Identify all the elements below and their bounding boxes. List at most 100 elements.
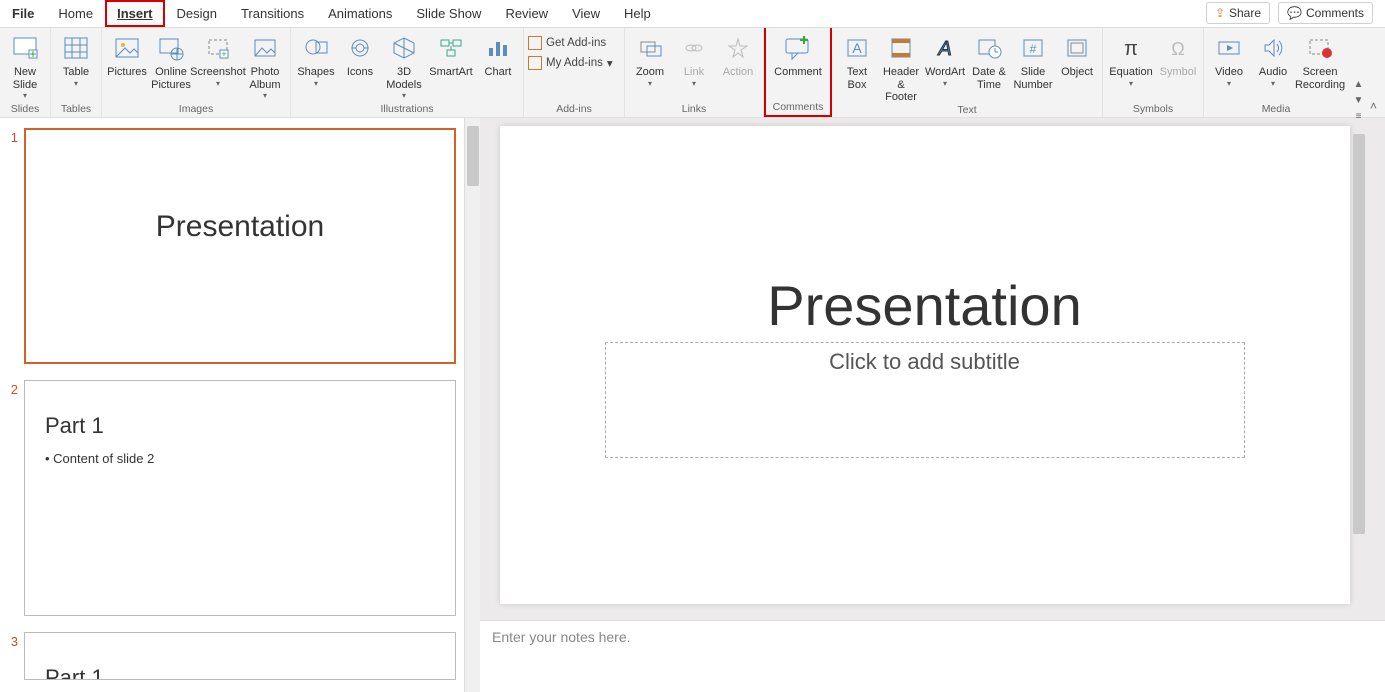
symbol-button[interactable]: Ω Symbol <box>1157 30 1199 79</box>
photo-album-label: PhotoAlbum <box>249 66 280 91</box>
online-pictures-icon <box>155 32 187 64</box>
video-label: Video <box>1215 66 1243 79</box>
dropdown-caret-icon: ▾ <box>1227 79 1231 88</box>
fit-icon[interactable]: ≡ <box>1351 108 1367 124</box>
video-button[interactable]: Video ▾ <box>1208 30 1250 88</box>
subtitle-placeholder-text: Click to add subtitle <box>829 349 1020 375</box>
prev-slide-icon[interactable]: ▲ <box>1351 76 1367 92</box>
scrollbar-thumb[interactable] <box>1353 134 1365 534</box>
group-label-symbols: Symbols <box>1107 103 1199 117</box>
tab-file[interactable]: File <box>0 0 46 27</box>
group-label-illustrations: Illustrations <box>295 103 519 117</box>
zoom-label: Zoom <box>636 66 664 79</box>
action-button[interactable]: Action <box>717 30 759 79</box>
slide-canvas[interactable]: Presentation Click to add subtitle <box>500 126 1350 604</box>
3d-models-icon <box>388 32 420 64</box>
shapes-icon <box>300 32 332 64</box>
dropdown-caret-icon: ▾ <box>692 79 696 88</box>
photo-album-button[interactable]: PhotoAlbum ▾ <box>244 30 286 100</box>
notes-pane[interactable]: Enter your notes here. <box>480 620 1385 692</box>
screen-recording-label: ScreenRecording <box>1295 66 1345 91</box>
slide-title[interactable]: Presentation <box>767 273 1081 338</box>
audio-label: Audio <box>1259 66 1287 79</box>
new-slide-icon <box>9 32 41 64</box>
collapse-ribbon-icon[interactable]: ˄ <box>1370 99 1377 113</box>
shapes-label: Shapes <box>297 66 334 79</box>
screenshot-button[interactable]: + Screenshot ▾ <box>194 30 242 88</box>
tab-bar: File Home Insert Design Transitions Anim… <box>0 0 1385 28</box>
online-pictures-button[interactable]: OnlinePictures <box>150 30 192 91</box>
zoom-button[interactable]: Zoom ▾ <box>629 30 671 88</box>
tab-transitions[interactable]: Transitions <box>229 0 316 27</box>
date-time-button[interactable]: Date &Time <box>968 30 1010 91</box>
comments-button[interactable]: 💬 Comments <box>1278 2 1373 24</box>
link-button[interactable]: Link ▾ <box>673 30 715 88</box>
audio-icon <box>1257 32 1289 64</box>
my-addins-button[interactable]: My Add-ins ▾ <box>528 56 620 70</box>
tab-insert[interactable]: Insert <box>105 0 164 27</box>
icons-button[interactable]: Icons <box>339 30 381 79</box>
svg-text:+: + <box>221 49 226 59</box>
3d-models-button[interactable]: 3DModels ▾ <box>383 30 425 100</box>
comment-button[interactable]: Comment <box>770 30 826 79</box>
group-media: Video ▾ Audio ▾ ScreenRecording Media <box>1204 28 1348 117</box>
link-icon <box>678 32 710 64</box>
tab-view[interactable]: View <box>560 0 612 27</box>
object-button[interactable]: Object <box>1056 30 1098 79</box>
svg-text:π: π <box>1124 38 1138 60</box>
wordart-button[interactable]: A WordArt ▾ <box>924 30 966 88</box>
audio-button[interactable]: Audio ▾ <box>1252 30 1294 88</box>
get-addins-label: Get Add-ins <box>546 37 606 49</box>
dropdown-caret-icon: ▾ <box>943 79 947 88</box>
thumbnail-title: Part 1 <box>45 413 435 439</box>
slide-number-icon: # <box>1017 32 1049 64</box>
thumbnail-number: 1 <box>0 128 18 364</box>
smartart-button[interactable]: SmartArt <box>427 30 475 79</box>
pictures-icon <box>111 32 143 64</box>
thumbnail-slide-2[interactable]: Part 1 • Content of slide 2 <box>24 380 456 616</box>
comment-icon: 💬 <box>1287 6 1302 20</box>
object-icon <box>1061 32 1093 64</box>
thumbnail-scrollbar[interactable] <box>464 118 480 692</box>
icons-icon <box>344 32 376 64</box>
thumbnail-pane: 1 Presentation 2 Part 1 • Content of sli… <box>0 118 480 692</box>
next-slide-icon[interactable]: ▼ <box>1351 92 1367 108</box>
dropdown-caret-icon: ▾ <box>607 56 613 70</box>
header-footer-icon <box>885 32 917 64</box>
text-box-button[interactable]: A TextBox <box>836 30 878 91</box>
group-text: A TextBox Header& Footer A WordArt ▾ <box>832 28 1103 117</box>
group-label-text: Text <box>836 104 1098 118</box>
table-button[interactable]: Table ▾ <box>55 30 97 88</box>
pictures-label: Pictures <box>107 66 147 79</box>
tab-design[interactable]: Design <box>165 0 229 27</box>
screen-recording-button[interactable]: ScreenRecording <box>1296 30 1344 91</box>
thumbnail-slide-3[interactable]: Part 1 <box>24 632 456 680</box>
tab-home[interactable]: Home <box>46 0 105 27</box>
table-icon <box>60 32 92 64</box>
new-slide-button[interactable]: NewSlide ▾ <box>4 30 46 100</box>
shapes-button[interactable]: Shapes ▾ <box>295 30 337 88</box>
equation-label: Equation <box>1109 66 1152 79</box>
equation-button[interactable]: π Equation ▾ <box>1107 30 1155 88</box>
share-button[interactable]: ⇪ Share <box>1206 2 1270 24</box>
ribbon: NewSlide ▾ Slides Table ▾ Tables P <box>0 28 1385 118</box>
pictures-button[interactable]: Pictures <box>106 30 148 79</box>
header-footer-button[interactable]: Header& Footer <box>880 30 922 104</box>
tab-help[interactable]: Help <box>612 0 663 27</box>
slide-number-button[interactable]: # SlideNumber <box>1012 30 1054 91</box>
chart-button[interactable]: Chart <box>477 30 519 79</box>
scrollbar-thumb[interactable] <box>467 126 479 186</box>
tab-review[interactable]: Review <box>493 0 560 27</box>
slide-number-label: SlideNumber <box>1013 66 1052 91</box>
dropdown-caret-icon: ▾ <box>74 79 78 88</box>
tab-slideshow[interactable]: Slide Show <box>404 0 493 27</box>
tab-animations[interactable]: Animations <box>316 0 404 27</box>
screenshot-label: Screenshot <box>190 66 246 79</box>
thumbnail-slide-1[interactable]: Presentation <box>24 128 456 364</box>
thumbnail-title: Part 1 <box>45 665 435 680</box>
get-addins-button[interactable]: Get Add-ins <box>528 36 620 50</box>
dropdown-caret-icon: ▾ <box>314 79 318 88</box>
subtitle-placeholder-box[interactable]: Click to add subtitle <box>605 342 1245 458</box>
action-icon <box>722 32 754 64</box>
svg-text:A: A <box>852 40 862 56</box>
